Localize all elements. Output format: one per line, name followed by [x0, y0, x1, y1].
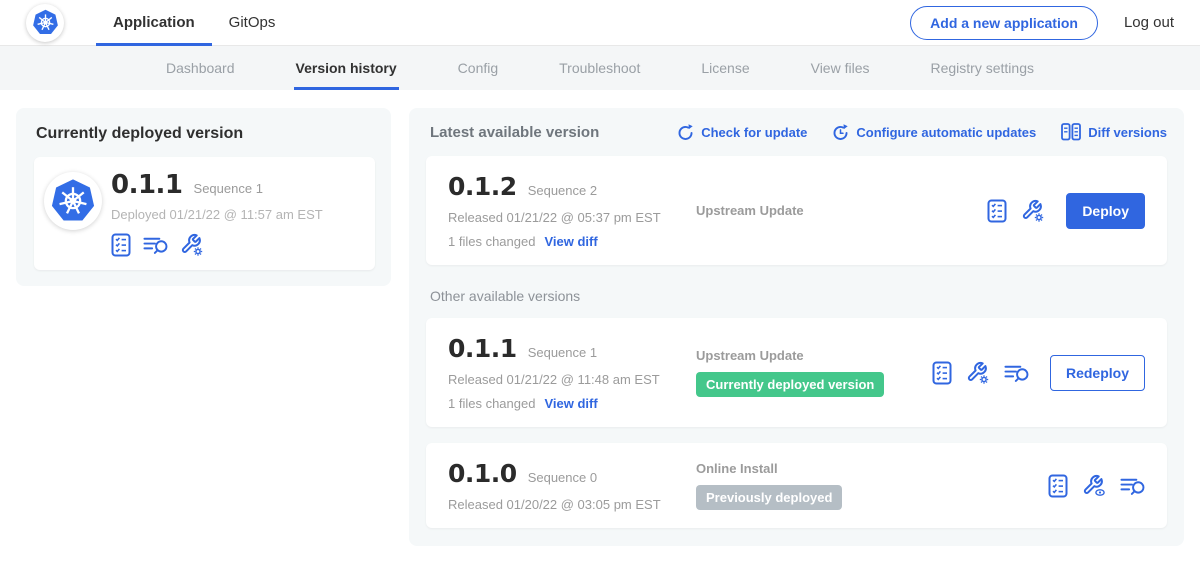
released-timestamp: Released 01/21/22 @ 11:48 am EST — [448, 372, 696, 387]
edit-config-icon[interactable] — [180, 233, 204, 257]
subnav-tab-troubleshoot[interactable]: Troubleshoot — [557, 46, 642, 90]
release-notes-icon[interactable] — [1048, 474, 1068, 498]
add-new-application-button[interactable]: Add a new application — [910, 6, 1098, 40]
diff-versions-label: Diff versions — [1088, 125, 1167, 140]
schedule-icon — [832, 124, 849, 141]
configure-updates-label: Configure automatic updates — [856, 125, 1036, 140]
release-notes-icon[interactable] — [111, 233, 131, 257]
version-source-label: Upstream Update — [696, 348, 922, 363]
version-source-label: Upstream Update — [696, 203, 977, 218]
release-notes-icon[interactable] — [932, 361, 952, 385]
deployed-timestamp: Deployed 01/21/22 @ 11:57 am EST — [111, 207, 323, 222]
deployed-version-number: 0.1.1 — [111, 170, 183, 200]
latest-version-panel: Latest available version Check for updat… — [409, 108, 1184, 546]
sequence-label: Sequence 2 — [528, 183, 597, 198]
deployed-version-card: 0.1.1 Sequence 1 Deployed 01/21/22 @ 11:… — [34, 157, 375, 270]
released-timestamp: Released 01/20/22 @ 03:05 pm EST — [448, 497, 696, 512]
view-diff-link[interactable]: View diff — [544, 396, 597, 411]
view-config-icon[interactable] — [1082, 474, 1106, 498]
version-number: 0.1.2 — [448, 172, 517, 201]
deploy-logs-icon[interactable] — [1120, 475, 1145, 497]
latest-version-title: Latest available version — [430, 124, 599, 141]
redeploy-button[interactable]: Redeploy — [1050, 355, 1145, 391]
deploy-logs-icon[interactable] — [143, 234, 168, 256]
subnav-tab-registry-settings[interactable]: Registry settings — [929, 46, 1036, 90]
files-changed-label: 1 files changed — [448, 234, 535, 249]
currently-deployed-title: Currently deployed version — [36, 125, 375, 143]
view-diff-link[interactable]: View diff — [544, 234, 597, 249]
tab-application[interactable]: Application — [96, 0, 212, 46]
latest-version-actions: Check for update Configure automatic upd… — [677, 123, 1167, 141]
subnav-tab-dashboard[interactable]: Dashboard — [164, 46, 237, 90]
deployed-sequence-label: Sequence 1 — [194, 181, 263, 196]
version-card-0-1-2: 0.1.2 Sequence 2 Released 01/21/22 @ 05:… — [426, 156, 1167, 265]
diff-icon — [1061, 123, 1081, 141]
navbar-right: Add a new application Log out — [910, 6, 1174, 40]
previously-deployed-badge: Previously deployed — [696, 485, 842, 510]
configure-automatic-updates-link[interactable]: Configure automatic updates — [832, 124, 1036, 141]
deployed-version-info: 0.1.1 Sequence 1 Deployed 01/21/22 @ 11:… — [111, 170, 323, 257]
tab-gitops[interactable]: GitOps — [212, 0, 293, 46]
deploy-button[interactable]: Deploy — [1066, 193, 1145, 229]
check-update-icon — [677, 124, 694, 141]
released-timestamp: Released 01/21/22 @ 05:37 pm EST — [448, 210, 696, 225]
edit-config-icon[interactable] — [1021, 199, 1045, 223]
app-nav-tabs: Application GitOps — [96, 0, 292, 46]
version-card-0-1-0: 0.1.0 Sequence 0 Released 01/20/22 @ 03:… — [426, 443, 1167, 528]
version-card-0-1-1: 0.1.1 Sequence 1 Released 01/21/22 @ 11:… — [426, 318, 1167, 427]
check-for-update-label: Check for update — [701, 125, 807, 140]
version-number: 0.1.1 — [448, 334, 517, 363]
currently-deployed-badge: Currently deployed version — [696, 372, 884, 397]
files-changed-label: 1 files changed — [448, 396, 535, 411]
sequence-label: Sequence 0 — [528, 470, 597, 485]
version-source-label: Online Install — [696, 461, 1038, 476]
app-logo — [44, 172, 102, 230]
edit-config-icon[interactable] — [966, 361, 990, 385]
subnav-tab-config[interactable]: Config — [456, 46, 500, 90]
sequence-label: Sequence 1 — [528, 345, 597, 360]
deploy-logs-icon[interactable] — [1004, 362, 1029, 384]
release-notes-icon[interactable] — [987, 199, 1007, 223]
kubernetes-logo — [26, 4, 64, 42]
subnav-tab-license[interactable]: License — [699, 46, 751, 90]
currently-deployed-panel: Currently deployed version 0.1.1 Sequenc… — [16, 108, 391, 286]
top-navbar: Application GitOps Add a new application… — [0, 0, 1200, 46]
logout-button[interactable]: Log out — [1124, 14, 1174, 31]
version-history-page: Currently deployed version 0.1.1 Sequenc… — [0, 90, 1200, 564]
check-for-update-link[interactable]: Check for update — [677, 124, 807, 141]
other-versions-title: Other available versions — [430, 288, 1167, 304]
app-subnav: Dashboard Version history Config Trouble… — [0, 46, 1200, 90]
diff-versions-link[interactable]: Diff versions — [1061, 123, 1167, 141]
subnav-tab-view-files[interactable]: View files — [809, 46, 872, 90]
subnav-tab-version-history[interactable]: Version history — [294, 46, 399, 90]
version-number: 0.1.0 — [448, 459, 517, 488]
